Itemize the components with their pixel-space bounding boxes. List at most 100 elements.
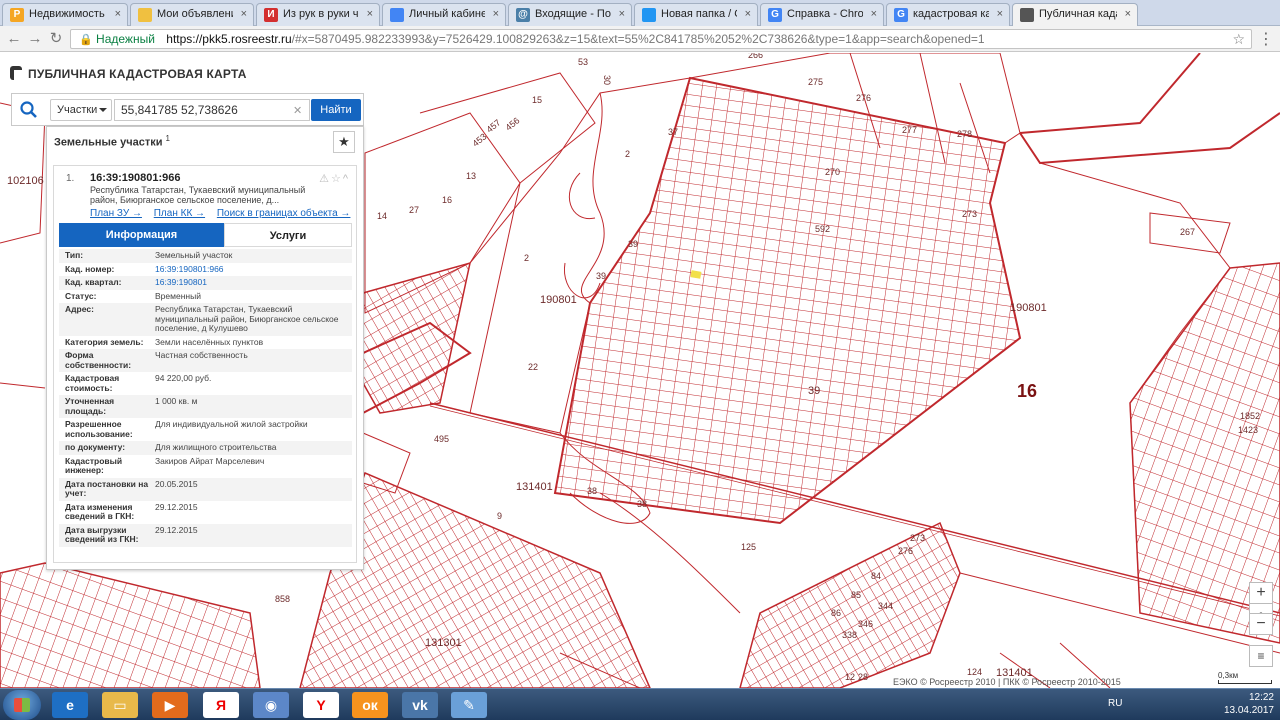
- map-label: 2: [524, 253, 530, 263]
- info-row: Тип: Земельный участок: [59, 249, 352, 263]
- tab-title: Мои объявления: [157, 8, 233, 20]
- map-label: 276: [856, 93, 872, 103]
- info-value: Для индивидуальной жилой застройки: [155, 419, 308, 429]
- search-input[interactable]: 55,841785 52,738626: [114, 99, 310, 121]
- tab-title: Личный кабинет: [409, 8, 485, 20]
- tab-close-icon[interactable]: ×: [1125, 8, 1131, 20]
- explorer-icon[interactable]: ▭: [102, 692, 138, 718]
- secure-label: Надежный: [96, 32, 155, 46]
- browser-tab[interactable]: P Недвижимость Н ×: [2, 3, 128, 26]
- windows-taskbar: e ▭ ▶ Я ◉ Y ок vk ✎ RU 12:22 13.04.2017: [0, 688, 1280, 720]
- tab-favicon-icon: [1020, 8, 1034, 22]
- map-label: 273: [910, 533, 926, 543]
- zoom-in-button[interactable]: +: [1249, 582, 1273, 604]
- browser-tab[interactable]: @ Входящие - Почт ×: [508, 3, 632, 26]
- map-label: 273: [962, 209, 978, 219]
- map-label: 266: [748, 53, 764, 60]
- info-value: 29.12.2015: [155, 501, 198, 512]
- info-value: 94 220,00 руб.: [155, 373, 212, 383]
- tab-title: Справка - Chrom: [787, 8, 863, 20]
- tab-close-icon[interactable]: ×: [619, 8, 625, 20]
- browser-tab[interactable]: Gкадастровая карт ×: [886, 3, 1010, 26]
- result-card[interactable]: 1. 16:39:190801:966 ⚠☆^ Республика Татар…: [53, 165, 357, 563]
- map-label: 85: [851, 590, 862, 600]
- back-icon[interactable]: ←: [4, 29, 24, 49]
- map-label: 102106: [7, 175, 44, 187]
- bookmark-star-icon[interactable]: ☆: [1232, 30, 1245, 48]
- search-in-bounds-link[interactable]: Поиск в границах объекта →: [217, 208, 351, 219]
- tab-services[interactable]: Услуги: [224, 223, 352, 247]
- plan-kk-link[interactable]: План КК →: [154, 208, 205, 219]
- browser-menu-icon[interactable]: ⋮: [1258, 29, 1274, 49]
- card-action-icons[interactable]: ⚠☆^: [319, 172, 350, 185]
- tab-close-icon[interactable]: ×: [493, 8, 499, 20]
- address-short: Республика Татарстан, Тукаевский муницип…: [90, 185, 306, 205]
- layers-icon[interactable]: ≡: [1249, 645, 1273, 667]
- tab-close-icon[interactable]: ×: [745, 8, 751, 20]
- map-label: 1423: [1238, 425, 1259, 435]
- language-indicator[interactable]: RU: [1108, 698, 1122, 709]
- browser-tab[interactable]: G Справка - Chrom ×: [760, 3, 884, 26]
- info-value[interactable]: 16:39:190801:966: [155, 264, 345, 275]
- windows-logo-icon: [14, 698, 30, 712]
- info-value: 1 000 кв. м: [155, 396, 198, 406]
- map-label: 1852: [1240, 411, 1261, 421]
- map-label: 22: [528, 362, 539, 372]
- media-player-icon[interactable]: ▶: [152, 692, 188, 718]
- info-row: Форма собственности: Частная собственност…: [59, 349, 352, 372]
- results-panel: Земельные участки 1 ★ 1. 16:39:190801:96…: [46, 126, 364, 570]
- plan-zu-link[interactable]: План ЗУ →: [90, 208, 142, 219]
- clock-date: 13.04.2017: [1223, 705, 1274, 716]
- address-bar[interactable]: 🔒 Надежный https://pkk5.rosreestr.ru/#x=…: [70, 29, 1252, 49]
- clear-icon[interactable]: ✕: [293, 104, 302, 117]
- tab-close-icon[interactable]: ×: [115, 8, 121, 20]
- info-row: Дата постановки на учет: 20.05.2015: [59, 477, 352, 501]
- yandex-icon[interactable]: Я: [203, 692, 239, 718]
- browser-tab[interactable]: Мои объявления ×: [130, 3, 254, 26]
- start-button[interactable]: [3, 690, 41, 720]
- map-label: 15: [532, 95, 543, 105]
- info-value: Республика Татарстан, Тукаевский муницип…: [155, 304, 339, 333]
- map-label: 53: [578, 57, 589, 67]
- info-value: Временный: [155, 290, 201, 301]
- map-label: 131401: [516, 481, 553, 493]
- info-key: Дата постановки на учет:: [65, 478, 149, 498]
- tab-close-icon[interactable]: ×: [871, 8, 877, 20]
- search-type-select[interactable]: Участки: [50, 99, 112, 121]
- url-host: https://pkk5.rosreestr.ru: [166, 32, 292, 46]
- ie-icon[interactable]: e: [52, 692, 88, 718]
- tab-close-icon[interactable]: ×: [367, 8, 373, 20]
- odnoklassniki-icon[interactable]: ок: [352, 692, 388, 718]
- info-value: 29.12.2015: [155, 524, 198, 535]
- search-icon[interactable]: [16, 98, 42, 122]
- favorite-star-icon[interactable]: ★: [333, 131, 355, 153]
- map-label: 190801: [1010, 302, 1047, 314]
- map-label: 277: [902, 125, 918, 135]
- tab-title: Из рук в руки ча: [283, 8, 359, 20]
- vk-icon[interactable]: vk: [402, 692, 438, 718]
- lock-icon: 🔒: [79, 34, 93, 46]
- yandex-browser-icon[interactable]: Y: [303, 692, 339, 718]
- reload-icon[interactable]: ↻: [46, 29, 66, 49]
- tab-close-icon[interactable]: ×: [241, 8, 247, 20]
- tab-close-icon[interactable]: ×: [997, 8, 1003, 20]
- info-table: Тип: Земельный участок Кад. номер: 16:39:19…: [59, 249, 352, 547]
- map-label: 278: [957, 129, 973, 139]
- info-value[interactable]: 16:39:190801: [155, 277, 345, 288]
- paint-icon[interactable]: ✎: [451, 692, 487, 718]
- system-clock[interactable]: 12:22 13.04.2017: [1224, 691, 1274, 717]
- forward-icon[interactable]: →: [25, 29, 45, 49]
- browser-tab[interactable]: Публичная кадас ×: [1012, 3, 1138, 27]
- tab-info[interactable]: Информация: [59, 223, 224, 247]
- info-value: 20.05.2015: [155, 478, 198, 489]
- cad-number-title[interactable]: 16:39:190801:966: [90, 172, 181, 184]
- chrome-icon[interactable]: ◉: [253, 692, 289, 718]
- browser-tab[interactable]: Личный кабинет ×: [382, 3, 506, 26]
- browser-tab[interactable]: Новая папка / Ол ×: [634, 3, 758, 26]
- info-row: по документу: Для жилищного строительства: [59, 441, 352, 455]
- info-row: Разрешенное использование: Для индивидуал…: [59, 418, 352, 441]
- panel-heading: Земельные участки 1: [54, 134, 170, 149]
- zoom-out-button[interactable]: −: [1249, 613, 1273, 635]
- find-button[interactable]: Найти: [311, 99, 361, 121]
- browser-tab[interactable]: И Из рук в руки ча ×: [256, 3, 380, 26]
